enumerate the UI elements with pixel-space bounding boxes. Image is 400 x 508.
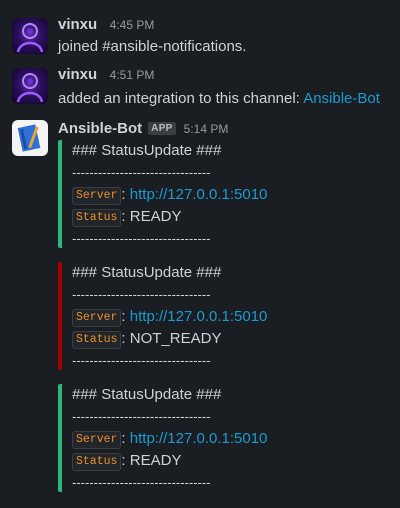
divider: -------------------------------- bbox=[72, 231, 211, 246]
server-link[interactable]: http://127.0.0.1:5010 bbox=[130, 430, 268, 447]
status-value: NOT_READY bbox=[129, 330, 222, 347]
separator: : bbox=[121, 308, 130, 325]
status-attachment: ### StatusUpdate ### -------------------… bbox=[58, 140, 282, 248]
divider: -------------------------------- bbox=[72, 165, 211, 180]
divider: -------------------------------- bbox=[72, 409, 211, 424]
server-label: Server bbox=[72, 187, 122, 205]
separator: : bbox=[121, 330, 130, 347]
server-label: Server bbox=[72, 431, 122, 449]
status-row: Status: READY bbox=[72, 206, 292, 228]
status-row: Status: NOT_READY bbox=[72, 328, 292, 350]
message-text: added an integration to this channel: An… bbox=[58, 90, 380, 107]
server-label: Server bbox=[72, 309, 122, 327]
divider: -------------------------------- bbox=[72, 353, 211, 368]
server-row: Server: http://127.0.0.1:5010 bbox=[72, 306, 292, 328]
server-link[interactable]: http://127.0.0.1:5010 bbox=[130, 186, 268, 203]
user-avatar-icon bbox=[16, 23, 44, 53]
divider: -------------------------------- bbox=[72, 287, 211, 302]
message-body: added an integration to this channel: bbox=[58, 90, 304, 107]
timestamp[interactable]: 4:45 PM bbox=[110, 18, 155, 32]
separator: : bbox=[121, 452, 130, 469]
author-name[interactable]: vinxu bbox=[58, 66, 97, 83]
server-row: Server: http://127.0.0.1:5010 bbox=[72, 428, 292, 450]
integration-link[interactable]: Ansible-Bot bbox=[303, 90, 380, 107]
status-label: Status bbox=[72, 209, 122, 227]
message-integration: vinxu 4:51 PM added an integration to th… bbox=[0, 60, 400, 114]
status-value: READY bbox=[129, 208, 182, 225]
attachment-title: ### StatusUpdate ### bbox=[72, 264, 222, 281]
attachment-title: ### StatusUpdate ### bbox=[72, 386, 222, 403]
separator: : bbox=[121, 430, 130, 447]
app-badge: APP bbox=[148, 122, 176, 135]
separator: : bbox=[121, 208, 130, 225]
avatar[interactable] bbox=[12, 68, 48, 104]
status-label: Status bbox=[72, 331, 122, 349]
bot-avatar[interactable] bbox=[12, 120, 48, 156]
author-name[interactable]: vinxu bbox=[58, 16, 97, 33]
timestamp[interactable]: 4:51 PM bbox=[110, 68, 155, 82]
separator: : bbox=[121, 186, 130, 203]
status-attachment: ### StatusUpdate ### -------------------… bbox=[58, 384, 282, 492]
server-row: Server: http://127.0.0.1:5010 bbox=[72, 184, 292, 206]
status-row: Status: READY bbox=[72, 450, 292, 472]
message-join: vinxu 4:45 PM joined #ansible-notificati… bbox=[0, 0, 400, 60]
avatar[interactable] bbox=[12, 18, 48, 54]
status-attachment: ### StatusUpdate ### -------------------… bbox=[58, 262, 282, 370]
author-name[interactable]: Ansible-Bot bbox=[58, 120, 142, 137]
timestamp[interactable]: 5:14 PM bbox=[184, 122, 229, 136]
message-text: joined #ansible-notifications. bbox=[58, 38, 247, 55]
notebook-icon bbox=[16, 124, 44, 152]
user-avatar-icon bbox=[16, 73, 44, 103]
status-value: READY bbox=[129, 452, 182, 469]
status-label: Status bbox=[72, 453, 122, 471]
message-bot: Ansible-Bot APP 5:14 PM ### StatusUpdate #… bbox=[0, 114, 400, 508]
server-link[interactable]: http://127.0.0.1:5010 bbox=[130, 308, 268, 325]
divider: -------------------------------- bbox=[72, 475, 211, 490]
attachment-title: ### StatusUpdate ### bbox=[72, 142, 222, 159]
